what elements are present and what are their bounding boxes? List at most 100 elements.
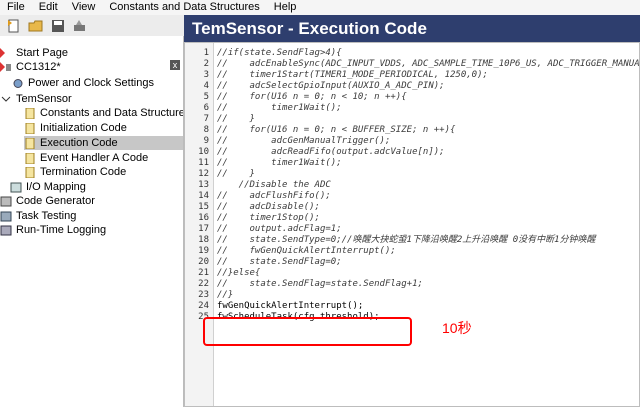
tree-item-label: Code Generator [16, 195, 95, 207]
close-project-button[interactable]: x [170, 60, 180, 70]
tree-item-event-handler[interactable]: Event Handler A Code [24, 151, 148, 165]
menu-help[interactable]: Help [267, 0, 304, 15]
code-line: //Disable the ADC [217, 180, 331, 190]
tree-item-label: Start Page [16, 47, 68, 59]
code-line: // adcGenManualTrigger(); [217, 136, 391, 146]
line-number: 23 [198, 290, 209, 300]
line-number: 20 [198, 257, 209, 267]
start-page-icon [0, 47, 12, 59]
code-line: fwGenQuickAlertInterrupt(); [217, 301, 364, 311]
line-number: 5 [203, 92, 209, 102]
tree-item-temsensor[interactable]: TemSensor [0, 92, 72, 106]
line-number: 7 [203, 114, 209, 124]
document-icon [24, 152, 36, 164]
tree-item-termination[interactable]: Termination Code [24, 165, 126, 179]
runtime-logging-icon [0, 225, 12, 236]
menu-constants[interactable]: Constants and Data Structures [102, 0, 266, 15]
code-line: // state.SendType=0;//唤醒大抉蛇蛩1下降沿唤醒2上升沿唤醒… [217, 235, 596, 245]
tree-item-task-testing[interactable]: Task Testing [0, 209, 76, 223]
tree-item-project[interactable]: CC1312* [0, 60, 61, 74]
project-icon [0, 61, 12, 73]
tree-item-label: Power and Clock Settings [28, 77, 154, 89]
line-number: 14 [198, 191, 209, 201]
menu-bar: File Edit View Constants and Data Struct… [0, 0, 640, 15]
line-number: 4 [203, 81, 209, 91]
task-testing-icon [0, 211, 12, 222]
line-number: 1 [203, 48, 209, 58]
tree-item-label: Execution Code [40, 137, 118, 149]
code-line: // } [217, 169, 255, 179]
code-line: // timer1Wait(); [217, 103, 342, 113]
code-line: // state.SendFlag=0; [217, 257, 342, 267]
code-line: //if(state.SendFlag>4){ [217, 48, 342, 58]
code-line: //}else{ [217, 268, 261, 278]
tree-item-label: Termination Code [40, 166, 127, 178]
line-number: 10 [198, 147, 209, 157]
code-line: // } [217, 114, 255, 124]
tree-item-label: Initialization Code [40, 122, 127, 134]
line-number: 22 [198, 279, 209, 289]
code-line: // adcReadFifo(output.adcValue[n]); [217, 147, 445, 157]
code-line: // for(U16 n = 0; n < 10; n ++){ [217, 92, 407, 102]
line-number: 24 [198, 301, 209, 311]
code-line: // adcDisable(); [217, 202, 320, 212]
open-folder-icon[interactable] [26, 17, 46, 35]
code-line: // state.SendFlag=state.SendFlag+1; [217, 279, 423, 289]
build-icon[interactable] [70, 17, 90, 35]
line-number: 12 [198, 169, 209, 179]
code-line: // adcSelectGpioInput(AUXIO_A_ADC_PIN); [217, 81, 445, 91]
line-number: 2 [203, 59, 209, 69]
tree-item-power-clock[interactable]: Power and Clock Settings [12, 76, 154, 90]
code-line: // timer1Start(TIMER1_MODE_PERIODICAL, 1… [217, 70, 488, 80]
menu-file[interactable]: File [0, 0, 32, 15]
tree-item-label: Constants and Data Structures [40, 107, 184, 119]
editor-title: TemSensor - Execution Code [184, 15, 640, 42]
tree-item-execution[interactable]: Execution Code [24, 136, 183, 150]
code-line: // timer1Stop(); [217, 213, 320, 223]
save-icon[interactable] [48, 17, 68, 35]
code-line: // fwGenQuickAlertInterrupt(); [217, 246, 396, 256]
line-number-gutter: 1 2 3 4 5 6 7 8 9 10 11 12 13 14 15 16 17 18 19 20 21 22 23 24 2… [185, 43, 214, 406]
document-icon [24, 166, 36, 178]
tree-item-label: Task Testing [16, 210, 77, 222]
menu-view[interactable]: View [65, 0, 103, 15]
tree-item-constants[interactable]: Constants and Data Structures [24, 106, 184, 120]
tree-item-io-mapping[interactable]: I/O Mapping [10, 180, 86, 194]
settings-icon [12, 78, 24, 89]
line-number: 13 [198, 180, 209, 190]
tree-item-label: CC1312* [16, 61, 61, 73]
line-number: 17 [198, 224, 209, 234]
line-number: 15 [198, 202, 209, 212]
line-number: 16 [198, 213, 209, 223]
tree-item-runtime-logging[interactable]: Run-Time Logging [0, 223, 106, 237]
code-generator-icon [0, 196, 12, 207]
annotation-label: 10秒 [442, 320, 472, 336]
line-number: 8 [203, 125, 209, 135]
new-file-icon[interactable] [4, 17, 24, 35]
io-mapping-icon [10, 182, 22, 193]
document-icon [24, 107, 36, 119]
code-line: // adcFlushFifo(); [217, 191, 331, 201]
tree-item-start-page[interactable]: Start Page [0, 46, 68, 60]
line-number: 6 [203, 103, 209, 113]
menu-edit[interactable]: Edit [32, 0, 65, 15]
tree-item-code-generator[interactable]: Code Generator [0, 194, 95, 208]
code-line: // timer1Wait(); [217, 158, 342, 168]
document-icon [24, 137, 36, 149]
editor-panel: TemSensor - Execution Code 1 2 3 4 5 6 7 8 9 10 1 1… [184, 15, 640, 407]
line-number: 21 [198, 268, 209, 278]
annotation-highlight-box [203, 317, 412, 346]
code-area[interactable]: //if(state.SendFlag>4){// adcEnableSync(… [217, 43, 639, 406]
line-number: 18 [198, 235, 209, 245]
tree-item-initialization[interactable]: Initialization Code [24, 121, 127, 135]
tree-item-label: Run-Time Logging [16, 224, 107, 236]
line-number: 3 [203, 70, 209, 80]
code-editor[interactable]: 1 2 3 4 5 6 7 8 9 10 11 12 13 14 15 16 17 18 19 20 21 22 23 24 2… [184, 42, 640, 407]
code-line: // for(U16 n = 0; n < BUFFER_SIZE; n ++)… [217, 125, 456, 135]
chevron-down-icon [0, 94, 12, 105]
line-number: 9 [203, 136, 209, 146]
tree-item-label: I/O Mapping [26, 181, 86, 193]
code-line: // output.adcFlag=1; [217, 224, 342, 234]
code-line: //} [217, 290, 234, 300]
line-number: 19 [198, 246, 209, 256]
